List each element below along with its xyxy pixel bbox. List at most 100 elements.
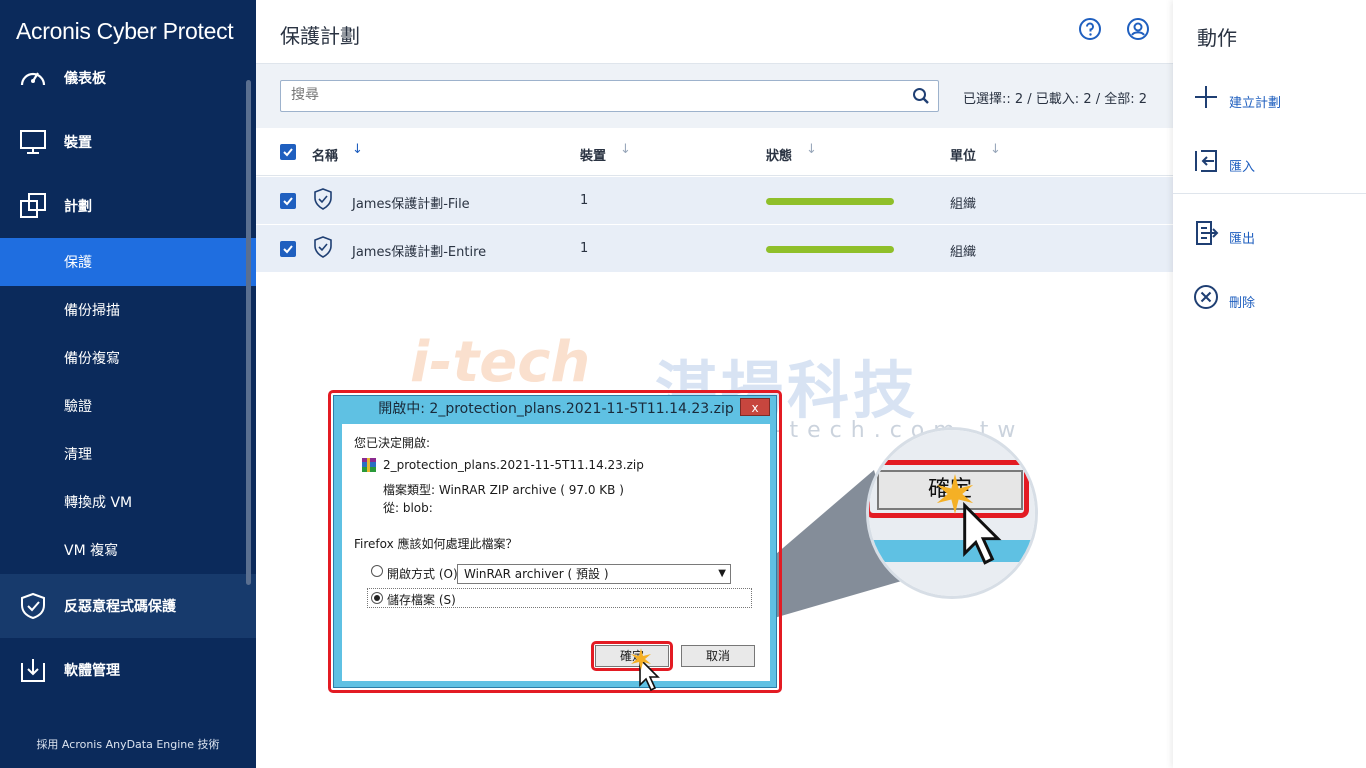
- delete-icon: [1194, 285, 1218, 309]
- open-with-label: 開啟方式 (O):: [387, 567, 462, 581]
- status-bar: [766, 246, 894, 253]
- page-header: 保護計劃: [256, 0, 1173, 64]
- sidebar-item-devices[interactable]: 裝置: [0, 110, 256, 174]
- sidebar-sub-protection[interactable]: 保護: [0, 238, 256, 286]
- sidebar-sub-validation[interactable]: 驗證: [0, 382, 256, 430]
- sort-down-icon[interactable]: ↓: [990, 142, 1001, 157]
- search-icon[interactable]: [912, 87, 930, 105]
- plan-name[interactable]: James保護計劃-File: [352, 193, 470, 212]
- search-input[interactable]: [289, 81, 889, 109]
- sort-down-icon[interactable]: ↓: [806, 142, 817, 157]
- download-dialog: 開啟中: 2_protection_plans.2021-11-5T11.14.…: [333, 395, 777, 692]
- table-header: 名稱 ↓ 裝置 ↓ 狀態 ↓ 單位 ↓: [256, 128, 1173, 176]
- sidebar-sub-label: 驗證: [64, 399, 92, 415]
- open-with-select[interactable]: WinRAR archiver ( 預設 ) ▼: [457, 564, 731, 584]
- dashboard-icon: [20, 72, 46, 86]
- row-checkbox[interactable]: [280, 241, 296, 257]
- page-title: 保護計劃: [280, 24, 360, 48]
- winrar-file-icon: [362, 458, 376, 472]
- help-icon[interactable]: [1078, 17, 1102, 41]
- sort-down-icon[interactable]: ↓: [352, 142, 363, 157]
- column-header-name[interactable]: 名稱: [312, 145, 338, 164]
- mouse-pointer-icon: [963, 501, 1002, 565]
- sidebar-item-label: 儀表板: [64, 71, 106, 87]
- open-with-radio[interactable]: [371, 565, 383, 577]
- account-icon[interactable]: [1126, 17, 1150, 41]
- open-with-value: WinRAR archiver ( 預設 ): [464, 567, 609, 581]
- action-import[interactable]: 匯入: [1173, 142, 1366, 190]
- sidebar-sub-convert-vm[interactable]: 轉換成 VM: [0, 478, 256, 526]
- plan-devices: 1: [580, 241, 589, 256]
- plan-devices: 1: [580, 193, 589, 208]
- table-row[interactable]: James保護計劃-Entire 1 組織: [256, 225, 1173, 273]
- close-button[interactable]: x: [740, 398, 770, 416]
- divider: [1173, 193, 1366, 194]
- plans-icon: [20, 193, 46, 218]
- save-file-radio[interactable]: [371, 592, 383, 604]
- sidebar-item-plans[interactable]: 計劃: [0, 174, 256, 238]
- click-burst-icon: [631, 648, 651, 670]
- sidebar-sub-label: VM 複寫: [64, 543, 119, 559]
- column-header-devices[interactable]: 裝置: [580, 145, 606, 164]
- brand-logo: Acronis Cyber Protect: [16, 18, 234, 44]
- row-checkbox[interactable]: [280, 193, 296, 209]
- sort-down-icon[interactable]: ↓: [620, 142, 631, 157]
- sidebar-sub-cleanup[interactable]: 清理: [0, 430, 256, 478]
- column-header-status[interactable]: 狀態: [766, 145, 792, 164]
- plan-name[interactable]: James保護計劃-Entire: [352, 241, 486, 260]
- plan-unit: 組織: [950, 245, 977, 260]
- dialog-body: 您已決定開啟: 2_protection_plans.2021-11-5T11.…: [342, 424, 770, 692]
- dialog-title: 開啟中: 2_protection_plans.2021-11-5T11.14.…: [378, 401, 734, 417]
- action-label: 匯入: [1229, 160, 1256, 175]
- dialog-from: 從: blob:: [383, 501, 433, 515]
- dialog-filename: 2_protection_plans.2021-11-5T11.14.23.zi…: [383, 458, 644, 472]
- shield-icon: [21, 592, 45, 620]
- selection-summary: 已選擇:: 2 / 已載入: 2 / 全部: 2: [963, 92, 1148, 107]
- select-all-checkbox[interactable]: [280, 144, 296, 160]
- monitor-icon: [20, 130, 46, 154]
- sidebar: Acronis Cyber Protect 儀表板 裝置 計劃 保護 備份掃描 …: [0, 0, 256, 768]
- export-icon: [1196, 221, 1219, 245]
- sidebar-sub-backup-scan[interactable]: 備份掃描: [0, 286, 256, 334]
- sidebar-sub-backup-replication[interactable]: 備份複寫: [0, 334, 256, 382]
- sidebar-item-software[interactable]: 軟體管理: [0, 638, 256, 702]
- zoom-magnifier: 確定: [866, 427, 1038, 599]
- sidebar-sub-label: 備份複寫: [64, 351, 120, 367]
- sidebar-sub-vm-replication[interactable]: VM 複寫: [0, 526, 256, 574]
- plus-icon: [1195, 86, 1217, 108]
- table-row[interactable]: James保護計劃-File 1 組織: [256, 177, 1173, 225]
- action-label: 刪除: [1229, 296, 1256, 311]
- action-delete[interactable]: 刪除: [1173, 278, 1366, 326]
- chevron-down-icon: ▼: [718, 568, 726, 579]
- sidebar-footer: 採用 Acronis AnyData Engine 技術: [36, 738, 220, 751]
- import-icon: [1195, 150, 1217, 172]
- sidebar-scrollbar[interactable]: [246, 80, 251, 585]
- check-icon: [283, 245, 293, 254]
- action-label: 建立計劃: [1229, 96, 1282, 111]
- shield-check-icon: [314, 236, 332, 258]
- sidebar-item-label: 反惡意程式碼保護: [64, 599, 176, 615]
- actions-title: 動作: [1197, 26, 1237, 50]
- sidebar-sub-label: 轉換成 VM: [64, 495, 133, 511]
- search-box[interactable]: [280, 80, 939, 112]
- sidebar-item-dashboard[interactable]: 儀表板: [0, 46, 256, 110]
- dialog-intro: 您已決定開啟:: [354, 436, 431, 450]
- actions-panel: 動作 建立計劃 匯入 匯出 刪除: [1173, 0, 1366, 768]
- dialog-question: Firefox 應該如何處理此檔案？: [354, 537, 518, 551]
- sidebar-item-antimalware[interactable]: 反惡意程式碼保護: [0, 574, 256, 638]
- sidebar-item-label: 計劃: [64, 199, 92, 215]
- action-create-plan[interactable]: 建立計劃: [1173, 78, 1366, 126]
- sidebar-sub-label: 保護: [64, 255, 92, 271]
- sidebar-item-label: 軟體管理: [64, 663, 120, 679]
- plan-unit: 組織: [950, 197, 977, 212]
- magnifier-dialog-edge: [869, 540, 1035, 562]
- shield-check-icon: [314, 188, 332, 210]
- watermark-logo: i-tech: [410, 330, 591, 395]
- cancel-button[interactable]: 取消: [681, 645, 755, 667]
- action-export[interactable]: 匯出: [1173, 214, 1366, 262]
- check-icon: [283, 148, 293, 157]
- column-header-unit[interactable]: 單位: [950, 145, 976, 164]
- save-file-label: 儲存檔案 (S): [387, 593, 456, 607]
- check-icon: [283, 197, 293, 206]
- action-label: 匯出: [1229, 232, 1256, 247]
